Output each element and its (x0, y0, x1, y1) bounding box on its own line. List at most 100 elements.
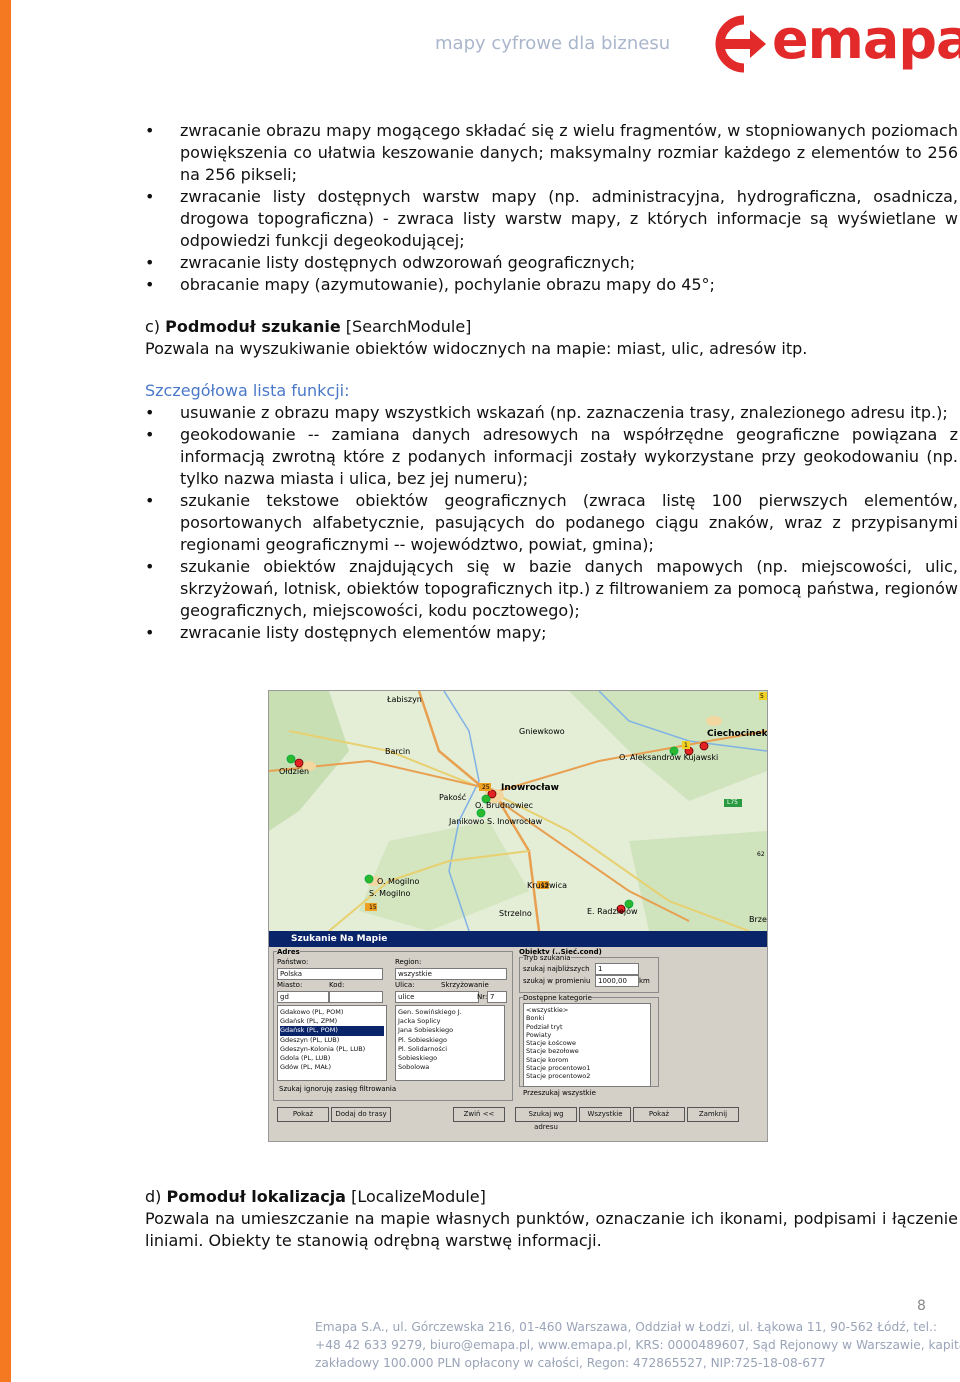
city-input[interactable]: gd (277, 991, 329, 1003)
search-dialog: Szukanie Na Mapie Adres Państwo: Polska … (269, 931, 767, 1141)
list-item: geokodowanie -- zamiana danych adresowyc… (145, 424, 958, 490)
region-label: Region: (395, 958, 422, 966)
close-button[interactable]: Zamknij (687, 1107, 739, 1122)
page-number: 8 (917, 1298, 926, 1314)
header-tagline: mapy cyfrowe dla biznesu (435, 33, 671, 54)
map-label: S. Inowrocław (487, 817, 543, 826)
list-item: zwracanie listy dostępnych warstw mapy (… (145, 186, 958, 252)
map-label: L75 (727, 799, 738, 806)
show2-button[interactable]: Pokaż (633, 1107, 685, 1122)
section-d: d) Pomoduł lokalizacja [LocalizeModule] … (145, 1186, 958, 1252)
map-label: Pakość (439, 793, 467, 802)
list-item[interactable]: Gdów (PL, MAŁ) (280, 1063, 384, 1072)
list-item[interactable]: Gdeszyn (PL, LUB) (280, 1036, 384, 1045)
list-item[interactable]: Jana Sobieskiego (398, 1026, 502, 1035)
list-item[interactable]: Pl. Solidarności (398, 1045, 502, 1054)
search-all-checkbox[interactable]: Przeszukaj wszystkie (523, 1089, 596, 1097)
road-number: 5 (760, 693, 764, 700)
nearest-radio[interactable]: szukaj najbliższych (523, 965, 590, 973)
list-item[interactable]: Stacje procentowo1 (526, 1064, 648, 1072)
list-item[interactable]: Gdakowo (PL, POM) (280, 1008, 384, 1017)
map-label: O. Brudnowiec (475, 801, 534, 810)
list-item: zwracanie listy dostępnych elementów map… (145, 622, 958, 644)
collapse-button[interactable]: Zwiń << (453, 1107, 505, 1122)
list-item[interactable]: Stacje procentowo2 (526, 1072, 648, 1080)
section-d-heading: d) Pomoduł lokalizacja [LocalizeModule] (145, 1186, 958, 1208)
radius-radio[interactable]: szukaj w promieniu (523, 977, 590, 985)
house-number-input[interactable]: 7 (487, 991, 507, 1003)
map-label: Brze (749, 915, 767, 924)
postcode-label: Kod: (329, 981, 345, 989)
list-item[interactable]: Gdola (PL, LUB) (280, 1054, 384, 1063)
list-item[interactable]: <wszystkie> (526, 1006, 648, 1014)
all-button[interactable]: Wszystkie (579, 1107, 631, 1122)
map-image (269, 691, 767, 931)
map-label: Janikowo (449, 817, 485, 826)
list-item[interactable]: Podział tryt (526, 1023, 648, 1031)
list-item: usuwanie z obrazu mapy wszystkich wskaza… (145, 402, 958, 424)
left-accent-bar (0, 0, 11, 1382)
road-number: 62 (757, 851, 765, 858)
nearest-count-input[interactable]: 1 (595, 963, 639, 975)
street-list[interactable]: Gen. Sowińskiego J. Jacka Soplicy Jana S… (395, 1005, 505, 1081)
list-item[interactable]: Stacje Łoścowe (526, 1039, 648, 1047)
map-label: E. Radziejów (587, 907, 638, 916)
address-legend: Adres (277, 948, 300, 956)
country-label: Państwo: (277, 958, 309, 966)
list-item: szukanie tekstowe obiektów geograficznyc… (145, 490, 958, 556)
list-item: zwracanie listy dostępnych odwzorowań ge… (145, 252, 958, 274)
section-d-description: Pozwala na umieszczanie na mapie własnyc… (145, 1209, 958, 1250)
footer-line: zakładowy 100.000 PLN opłacony w całości… (315, 1356, 826, 1370)
list-item[interactable]: Powiaty (526, 1031, 648, 1039)
main-content: zwracanie obrazu mapy mogącego składać s… (145, 120, 958, 644)
road-number: 1 (684, 742, 688, 749)
add-to-route-button[interactable]: Dodaj do trasy (331, 1107, 391, 1122)
logo-wordmark: emapa (772, 8, 960, 71)
list-item[interactable]: Gdańsk (PL, ZPM) (280, 1017, 384, 1026)
city-list[interactable]: Gdakowo (PL, POM) Gdańsk (PL, ZPM) Gdańs… (277, 1005, 387, 1081)
map-label: O. Mogilno (377, 877, 420, 886)
footer: Emapa S.A., ul. Górczewska 216, 01-460 W… (315, 1318, 960, 1372)
detail-heading: Szczegółowa lista funkcji: (145, 381, 350, 400)
ignore-filter-checkbox[interactable]: Szukaj ignoruję zasięg filtrowania (279, 1085, 396, 1093)
region-select[interactable]: wszystkie (395, 968, 507, 980)
section-d-prefix: d) (145, 1187, 167, 1206)
map-label: Łabiszyn (387, 695, 422, 704)
crossing-label: Skrzyżowanie (441, 981, 489, 989)
list-item[interactable]: Sobieskiego (398, 1054, 502, 1063)
list-item[interactable]: Gen. Sowińskiego J. (398, 1008, 502, 1017)
footer-line: +48 42 633 9279, biuro@emapa.pl, www.ema… (315, 1338, 960, 1352)
map-label: Inowrocław (501, 783, 559, 793)
section-d-suffix: [LocalizeModule] (345, 1187, 486, 1206)
list-item[interactable]: Bonki (526, 1014, 648, 1022)
list-item: szukanie obiektów znajdujących się w baz… (145, 556, 958, 622)
list-item[interactable]: Sobolowa (398, 1063, 502, 1072)
section-c-description: Pozwala na wyszukiwanie obiektów widoczn… (145, 339, 808, 358)
radius-input[interactable]: 1000,00 (595, 975, 639, 987)
list-item[interactable]: Gdeszyn-Kolonia (PL, LUB) (280, 1045, 384, 1054)
list-item[interactable]: Stacje korom (526, 1056, 648, 1064)
search-by-address-button[interactable]: Szukaj wg adresu (515, 1107, 577, 1131)
road-number: 15 (541, 882, 549, 889)
footer-line: Emapa S.A., ul. Górczewska 216, 01-460 W… (315, 1320, 938, 1334)
road-number: 15 (369, 904, 377, 911)
show-button[interactable]: Pokaż (277, 1107, 329, 1122)
map-label: Ołdzien (279, 767, 310, 776)
map-label: Barcin (385, 747, 411, 756)
bullet-list-a: zwracanie obrazu mapy mogącego składać s… (145, 120, 958, 296)
country-select[interactable]: Polska (277, 968, 383, 980)
section-d-name: Pomoduł lokalizacja (166, 1187, 346, 1206)
map-label: Strzelno (499, 909, 532, 918)
list-item: obracanie mapy (azymutowanie), pochylani… (145, 274, 958, 296)
categories-list[interactable]: <wszystkie> Bonki Podział tryt Powiaty S… (523, 1003, 651, 1087)
list-item[interactable]: Stacje bezołowe (526, 1047, 648, 1055)
map-label: O. Aleksandrów Kujawski (619, 753, 719, 762)
street-input[interactable]: ulice (395, 991, 479, 1003)
emapa-logo-icon (715, 15, 766, 73)
section-c-heading: c) Podmoduł szukanie [SearchModule] (145, 316, 958, 338)
bullet-list-b: usuwanie z obrazu mapy wszystkich wskaza… (145, 402, 958, 644)
list-item[interactable]: Gdańsk (PL, POM) (280, 1026, 384, 1036)
postcode-input[interactable] (329, 991, 383, 1003)
list-item[interactable]: Pl. Sobieskiego (398, 1036, 502, 1045)
list-item[interactable]: Jacka Soplicy (398, 1017, 502, 1026)
